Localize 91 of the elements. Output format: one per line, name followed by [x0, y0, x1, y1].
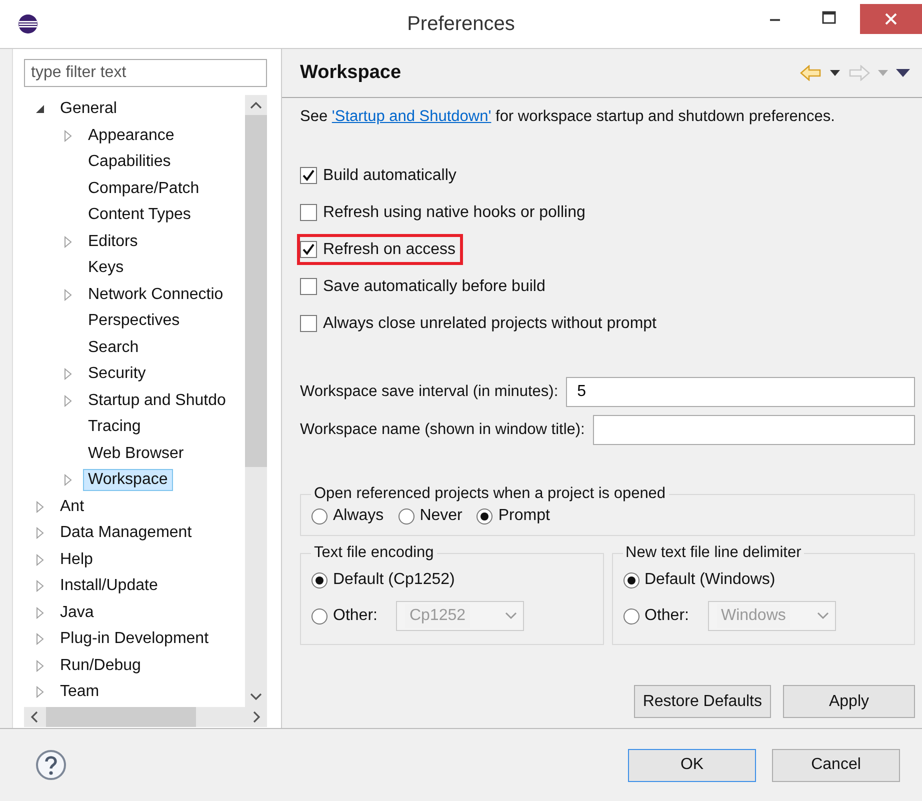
- tree-item[interactable]: Plug-in Development: [55, 628, 214, 650]
- collapsed-arrow-icon[interactable]: [36, 633, 44, 646]
- tree-item[interactable]: Compare/Patch: [83, 178, 204, 200]
- collapsed-arrow-icon[interactable]: [64, 288, 72, 301]
- collapsed-arrow-icon[interactable]: [36, 606, 44, 619]
- collapsed-arrow-icon[interactable]: [36, 527, 44, 540]
- checkbox[interactable]: [300, 241, 317, 258]
- field-label: Workspace name (shown in window title):: [300, 421, 585, 439]
- scroll-left-icon[interactable]: [30, 711, 38, 723]
- radio-button[interactable]: [311, 572, 328, 588]
- group-legend: Text file encoding: [311, 544, 437, 562]
- startup-shutdown-link[interactable]: 'Startup and Shutdown': [332, 108, 492, 125]
- tree-item[interactable]: Help: [55, 548, 98, 571]
- text-field[interactable]: 5: [566, 377, 915, 407]
- scroll-up-icon[interactable]: [250, 101, 262, 109]
- radio-button[interactable]: [398, 508, 415, 524]
- expanded-arrow-icon[interactable]: [36, 105, 44, 114]
- dialog-button[interactable]: Cancel: [772, 748, 900, 782]
- app-logo-icon: [18, 14, 38, 34]
- radio-label[interactable]: Never: [420, 507, 462, 525]
- checkbox[interactable]: [300, 315, 317, 332]
- collapsed-arrow-icon[interactable]: [36, 500, 44, 513]
- radio-label[interactable]: Default (Windows): [644, 571, 776, 589]
- dropdown-icon[interactable]: [830, 70, 840, 76]
- tree-item[interactable]: Tracing: [83, 416, 146, 438]
- tree-item[interactable]: Java: [55, 602, 99, 624]
- page-button[interactable]: Apply: [783, 685, 915, 718]
- collapsed-arrow-icon[interactable]: [64, 394, 72, 407]
- tree-item[interactable]: Team: [55, 681, 104, 704]
- collapsed-arrow-icon[interactable]: [36, 686, 44, 698]
- field-label: Workspace save interval (in minutes):: [300, 383, 558, 401]
- tree-item[interactable]: Network Connectio: [83, 284, 228, 306]
- collapsed-arrow-icon[interactable]: [64, 130, 72, 142]
- tree-item[interactable]: Workspace: [83, 469, 173, 492]
- checkbox-label[interactable]: Refresh using native hooks or polling: [323, 204, 586, 222]
- collapsed-arrow-icon[interactable]: [36, 554, 44, 566]
- tree-item[interactable]: Appearance: [83, 124, 180, 147]
- radio-button[interactable]: [622, 572, 640, 588]
- tree-item[interactable]: Data Management: [55, 522, 197, 544]
- vertical-scrollbar[interactable]: [245, 95, 267, 707]
- collapsed-arrow-icon[interactable]: [36, 580, 44, 592]
- tree-item[interactable]: Editors: [83, 230, 143, 253]
- radio-label[interactable]: Prompt: [498, 507, 550, 525]
- default-button[interactable]: OK: [628, 748, 756, 782]
- tree-item[interactable]: Capabilities: [83, 151, 176, 174]
- checkbox[interactable]: [300, 204, 317, 221]
- filter-field[interactable]: type filter text: [24, 59, 267, 87]
- group-legend: New text file line delimiter: [622, 544, 804, 562]
- tree-item[interactable]: Startup and Shutdo: [83, 390, 231, 412]
- tree-item[interactable]: Content Types: [83, 204, 196, 226]
- page-title: Workspace: [300, 62, 402, 84]
- radio-button[interactable]: [476, 508, 494, 524]
- checkbox-label[interactable]: Always close unrelated projects without prompt: [323, 314, 656, 332]
- radio-button[interactable]: [311, 608, 328, 624]
- window-title: Preferences: [406, 12, 516, 36]
- group-legend: Open referenced projects when a project is opened: [311, 485, 669, 503]
- close-icon[interactable]: [860, 4, 922, 34]
- radio-label[interactable]: Other:: [644, 607, 689, 625]
- tree-item[interactable]: Web Browser: [83, 442, 189, 465]
- scroll-right-icon[interactable]: [253, 711, 261, 723]
- radio-button[interactable]: [311, 508, 328, 524]
- tree-item[interactable]: Run/Debug: [55, 654, 146, 677]
- horizontal-scrollbar[interactable]: [24, 707, 267, 727]
- scroll-down-icon[interactable]: [250, 693, 262, 701]
- tree-item[interactable]: Install/Update: [55, 575, 163, 598]
- tree-item[interactable]: General: [55, 98, 122, 120]
- tree-item[interactable]: Search: [83, 336, 144, 359]
- radio-button[interactable]: [622, 608, 640, 624]
- help-icon[interactable]: [35, 749, 67, 781]
- tree-item[interactable]: Ant: [55, 496, 90, 518]
- chevron-down-icon: [505, 612, 518, 620]
- collapsed-arrow-icon[interactable]: [64, 474, 72, 486]
- tree-item[interactable]: Perspectives: [83, 310, 185, 332]
- radio-label[interactable]: Always: [333, 507, 384, 525]
- intro-text: See 'Startup and Shutdown' for workspace startup and shutdown preferences.: [300, 108, 836, 126]
- checkbox-label[interactable]: Build automatically: [323, 166, 456, 184]
- checkbox[interactable]: [300, 278, 317, 295]
- radio-label[interactable]: Other:: [333, 607, 378, 625]
- text-field[interactable]: [592, 415, 915, 445]
- checkbox[interactable]: [300, 167, 317, 184]
- tree-item[interactable]: Security: [83, 363, 151, 386]
- checkbox-label[interactable]: Save automatically before build: [323, 278, 546, 296]
- view-menu-icon[interactable]: [896, 69, 910, 77]
- page-button[interactable]: Restore Defaults: [634, 685, 771, 718]
- collapsed-arrow-icon[interactable]: [36, 660, 44, 672]
- radio-label[interactable]: Default (Cp1252): [333, 571, 455, 589]
- tree-item[interactable]: Keys: [83, 257, 129, 280]
- checkbox-label[interactable]: Refresh on access: [323, 240, 456, 258]
- collapsed-arrow-icon[interactable]: [64, 236, 72, 248]
- collapsed-arrow-icon[interactable]: [64, 368, 72, 380]
- chevron-down-icon: [816, 612, 829, 620]
